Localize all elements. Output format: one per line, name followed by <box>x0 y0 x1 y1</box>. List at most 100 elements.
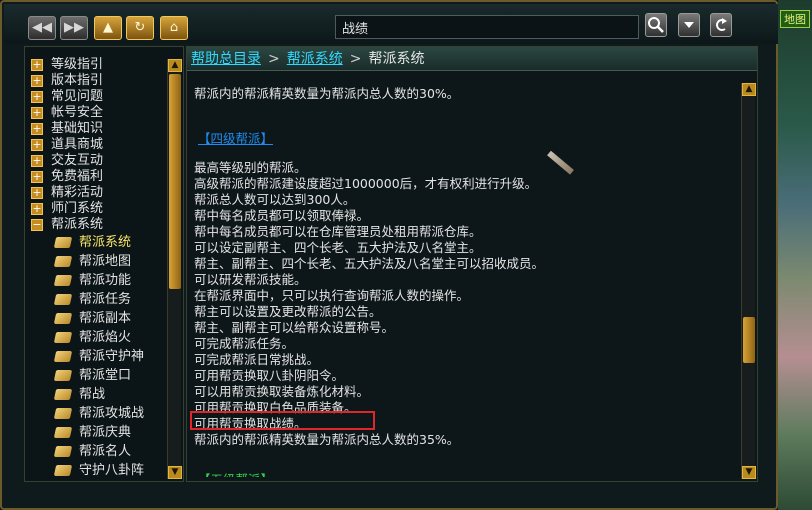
content-line: 可完成帮派任务。 <box>194 336 295 351</box>
tree-item[interactable]: 帮战 <box>27 385 167 404</box>
content-scrollbar[interactable]: ▲ ▼ <box>741 83 756 479</box>
game-background-strip: 地图 <box>778 0 812 510</box>
search-button[interactable] <box>645 13 667 37</box>
breadcrumb-separator: > <box>349 51 362 67</box>
refresh-button[interactable]: ↻ <box>126 16 154 40</box>
tree-category-expanded[interactable]: − 帮派系统 <box>27 217 167 233</box>
content-line: 帮主、副帮主、四个长老、五大护法及八名堂主可以招收成员。 <box>194 256 545 271</box>
intro-text: 帮派内的帮派精英数量为帮派内总人数的30%。 <box>194 86 460 101</box>
dropdown-button[interactable] <box>678 13 700 37</box>
book-icon <box>53 237 73 248</box>
breadcrumb-current: 帮派系统 <box>368 51 425 67</box>
toolbar: ◀◀ ▶▶ ▲ ↻ ⌂ <box>4 4 778 44</box>
next-section-heading: 【五级帮派】 <box>198 469 273 477</box>
book-icon <box>53 408 73 419</box>
sidebar-scrollbar[interactable]: ▲ ▼ <box>167 59 182 479</box>
content-line: 帮主可以设置及更改帮派的公告。 <box>194 304 382 319</box>
tree-item[interactable]: 帮派名人 <box>27 442 167 461</box>
content-line: 帮派总人数可以达到300人。 <box>194 192 356 207</box>
tree-item[interactable]: 帮派副本 <box>27 309 167 328</box>
tree-item[interactable]: 守护八卦阵 <box>27 461 167 477</box>
sidebar: + 等级指引 + 版本指引 + 常见问题 + 帐号安全 + 基础知识 + 道具商城 + 交友互… <box>24 46 184 482</box>
content-line: 帮中每名成员都可以在仓库管理员处租用帮派仓库。 <box>194 224 482 239</box>
content-line: 可以设定副帮主、四个长老、五大护法及八名堂主。 <box>194 240 482 255</box>
map-tag[interactable]: 地图 <box>780 10 810 28</box>
tree-item[interactable]: 帮派堂口 <box>27 366 167 385</box>
help-tree: + 等级指引 + 版本指引 + 常见问题 + 帐号安全 + 基础知识 + 道具商城 + 交友互… <box>27 57 167 477</box>
up-button[interactable]: ▲ <box>94 16 122 40</box>
tree-item[interactable]: 帮派攻城战 <box>27 404 167 423</box>
tree-item[interactable]: 帮派守护神 <box>27 347 167 366</box>
content-line: 在帮派界面中，只可以执行查询帮派人数的操作。 <box>194 288 470 303</box>
scroll-up-icon[interactable]: ▲ <box>168 59 182 72</box>
expand-icon[interactable]: + <box>31 187 43 199</box>
book-icon <box>53 275 73 286</box>
expand-icon[interactable]: + <box>31 123 43 135</box>
content-line: 帮主、副帮主可以给帮众设置称号。 <box>194 320 395 335</box>
return-icon <box>716 18 727 31</box>
chevron-down-icon <box>684 22 694 28</box>
breadcrumb-root-link[interactable]: 帮助总目录 <box>191 51 261 67</box>
collapse-icon[interactable]: − <box>31 219 43 231</box>
breadcrumb: 帮助总目录 > 帮派系统 > 帮派系统 <box>187 47 757 71</box>
expand-icon[interactable]: + <box>31 171 43 183</box>
book-icon <box>53 389 73 400</box>
book-icon <box>53 351 73 362</box>
content-line: 高级帮派的帮派建设度超过1000000后，才有权利进行升级。 <box>194 176 538 191</box>
content-line: 帮派内的帮派精英数量为帮派内总人数的35%。 <box>194 432 460 447</box>
expand-icon[interactable]: + <box>31 107 43 119</box>
magnifier-icon <box>648 17 664 33</box>
tree-category[interactable]: + 等级指引 <box>27 57 167 73</box>
content-line: 最高等级别的帮派。 <box>194 160 307 175</box>
content-line: 可以用帮贡换取装备炼化材料。 <box>194 384 370 399</box>
scroll-thumb[interactable] <box>169 74 181 289</box>
scroll-down-icon[interactable]: ▼ <box>168 466 182 479</box>
forward-button[interactable]: ▶▶ <box>60 16 88 40</box>
breadcrumb-parent-link[interactable]: 帮派系统 <box>287 51 343 67</box>
content-line: 帮中每名成员都可以领取俸禄。 <box>194 208 370 223</box>
expand-icon[interactable]: + <box>31 155 43 167</box>
book-icon <box>53 370 73 381</box>
tree-category[interactable]: + 常见问题 <box>27 89 167 105</box>
scroll-thumb[interactable] <box>743 317 755 363</box>
highlight-box <box>190 411 375 430</box>
tree-category[interactable]: + 师门系统 <box>27 201 167 217</box>
expand-icon[interactable]: + <box>31 139 43 151</box>
tree-category[interactable]: + 基础知识 <box>27 121 167 137</box>
back-button[interactable]: ◀◀ <box>28 16 56 40</box>
book-icon <box>53 446 73 457</box>
book-icon <box>53 332 73 343</box>
content-line: 可用帮贡换取八卦阴阳令。 <box>194 368 345 383</box>
tree-item[interactable]: 帮派功能 <box>27 271 167 290</box>
tree-category[interactable]: + 精彩活动 <box>27 185 167 201</box>
scroll-up-icon[interactable]: ▲ <box>742 83 756 96</box>
tree-item[interactable]: 帮派庆典 <box>27 423 167 442</box>
return-button[interactable] <box>710 13 732 37</box>
scroll-down-icon[interactable]: ▼ <box>742 466 756 479</box>
section-heading: 【四级帮派】 <box>198 131 274 146</box>
book-icon <box>53 256 73 267</box>
book-icon <box>53 313 73 324</box>
book-icon <box>53 465 73 476</box>
tree-category[interactable]: + 交友互动 <box>27 153 167 169</box>
home-button[interactable]: ⌂ <box>160 16 188 40</box>
tree-category[interactable]: + 免费福利 <box>27 169 167 185</box>
content-line: 可完成帮派日常挑战。 <box>194 352 320 367</box>
expand-icon[interactable]: + <box>31 203 43 215</box>
book-icon <box>53 427 73 438</box>
expand-icon[interactable]: + <box>31 59 43 71</box>
expand-icon[interactable]: + <box>31 91 43 103</box>
tree-item[interactable]: 帮派任务 <box>27 290 167 309</box>
search-input[interactable] <box>335 15 639 39</box>
breadcrumb-separator: > <box>268 51 280 67</box>
expand-icon[interactable]: + <box>31 75 43 87</box>
tree-item[interactable]: 帮派地图 <box>27 252 167 271</box>
tree-category[interactable]: + 帐号安全 <box>27 105 167 121</box>
book-icon <box>53 294 73 305</box>
help-window: ◀◀ ▶▶ ▲ ↻ ⌂ +等级指引 +版本指引 +常见问 <box>0 0 778 510</box>
content-line: 可以研发帮派技能。 <box>194 272 307 287</box>
tree-item[interactable]: 帮派焰火 <box>27 328 167 347</box>
tree-category[interactable]: + 道具商城 <box>27 137 167 153</box>
tree-item-selected[interactable]: 帮派系统 <box>27 233 167 252</box>
tree-category[interactable]: + 版本指引 <box>27 73 167 89</box>
